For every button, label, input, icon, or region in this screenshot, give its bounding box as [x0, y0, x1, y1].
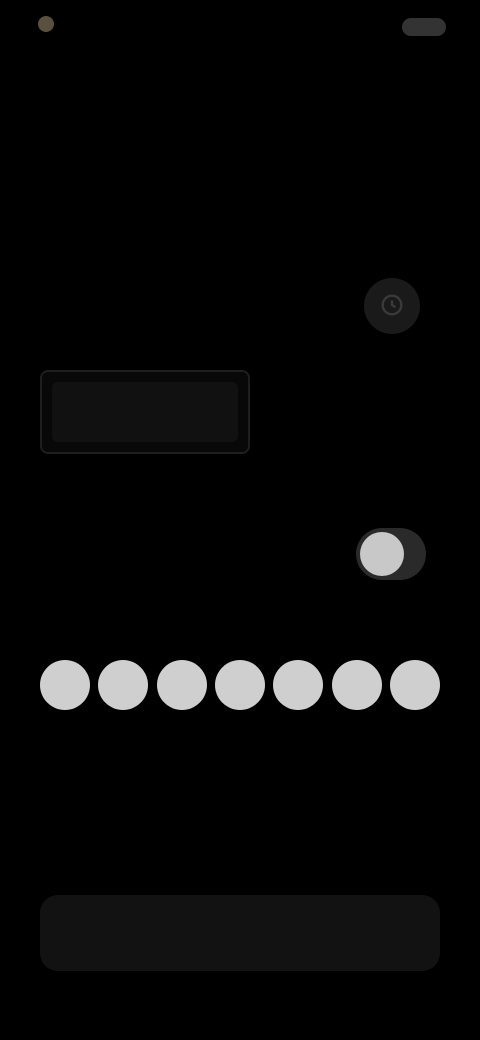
option-selected[interactable] [40, 370, 250, 454]
save-button[interactable] [40, 895, 440, 971]
day-button[interactable] [331, 660, 382, 710]
day-button[interactable] [389, 660, 440, 710]
day-button[interactable] [156, 660, 207, 710]
status-indicator-icon [38, 16, 54, 32]
day-button[interactable] [214, 660, 265, 710]
time-picker-button[interactable] [364, 278, 420, 334]
day-selector [40, 660, 440, 710]
time-row[interactable] [40, 270, 440, 340]
toggle-knob [360, 532, 404, 576]
repeat-toggle[interactable] [356, 528, 426, 580]
day-button[interactable] [98, 660, 149, 710]
clock-icon [381, 294, 403, 315]
option-selected-label [52, 382, 238, 442]
day-button[interactable] [273, 660, 324, 710]
battery-icon [402, 18, 446, 36]
status-right [396, 18, 446, 36]
day-button[interactable] [40, 660, 90, 710]
toggle-row [40, 520, 440, 590]
status-bar [0, 0, 480, 60]
status-left [38, 16, 62, 32]
